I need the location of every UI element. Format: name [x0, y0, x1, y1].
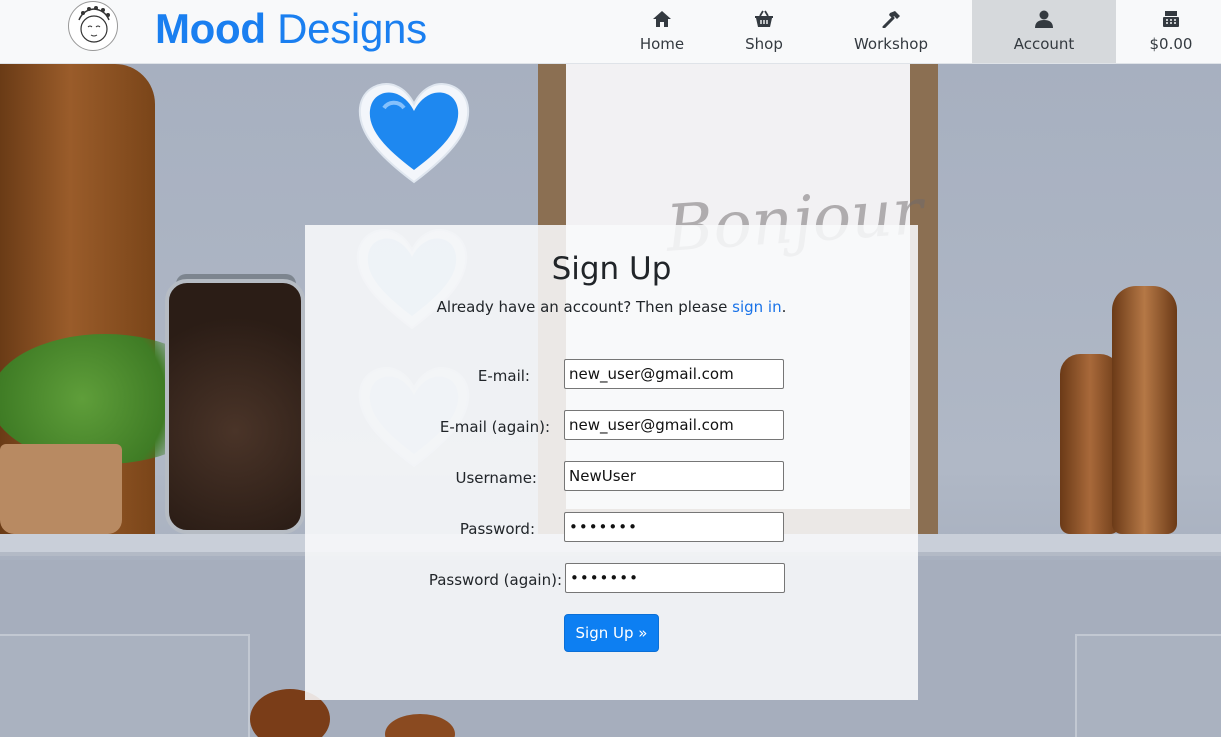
face-logo-icon[interactable]	[68, 1, 118, 51]
user-icon	[972, 10, 1116, 30]
email-label: E-mail:	[477, 367, 530, 385]
cabinet-panel	[1075, 634, 1221, 737]
pepper-mill-tall	[1112, 286, 1177, 534]
heart-decoration	[358, 83, 470, 184]
nav-workshop[interactable]: Workshop	[836, 0, 946, 63]
email-again-field[interactable]	[564, 410, 784, 440]
nav-home-label: Home	[639, 35, 685, 53]
signin-prompt-text: Already have an account? Then please	[436, 298, 733, 316]
nav-account-label: Account	[1013, 35, 1075, 53]
signup-card: Sign Up Already have an account? Then pl…	[305, 225, 918, 700]
nav-account[interactable]: Account	[972, 0, 1116, 63]
username-field[interactable]	[564, 461, 784, 491]
plant-pot	[0, 444, 122, 534]
password-field[interactable]	[564, 512, 784, 542]
nav-workshop-label: Workshop	[853, 35, 928, 53]
email-again-label: E-mail (again):	[439, 418, 550, 436]
password-again-label: Password (again):	[428, 571, 562, 589]
cabinet-panel	[0, 634, 250, 737]
coffee-jar	[165, 279, 305, 534]
username-label: Username:	[455, 469, 537, 487]
password-label: Password:	[459, 520, 535, 538]
hammer-icon	[836, 10, 946, 30]
signin-prompt-suffix: .	[781, 298, 787, 316]
nav-shop[interactable]: Shop	[724, 0, 804, 63]
brand-word-2: Designs	[277, 5, 427, 52]
nav-home[interactable]: Home	[622, 0, 702, 63]
home-icon	[622, 10, 702, 30]
email-field[interactable]	[564, 359, 784, 389]
pepper-mill-short	[1060, 354, 1120, 534]
signin-prompt: Already have an account? Then please sig…	[305, 298, 918, 316]
brand-title[interactable]: Mood Designs	[155, 4, 427, 54]
cart-total: $0.00	[1149, 35, 1193, 53]
password-again-field[interactable]	[565, 563, 785, 593]
page-title: Sign Up	[551, 251, 672, 287]
signup-button[interactable]: Sign Up »	[564, 614, 659, 652]
signin-link[interactable]: sign in	[732, 298, 781, 316]
navbar: Mood Designs Home Shop Workshop Account …	[0, 0, 1221, 64]
brand-word-1: Mood	[155, 5, 266, 52]
nav-cart[interactable]: $0.00	[1130, 0, 1212, 63]
nav-shop-label: Shop	[745, 35, 783, 53]
basket-icon	[724, 10, 804, 30]
cash-register-icon	[1130, 10, 1212, 30]
